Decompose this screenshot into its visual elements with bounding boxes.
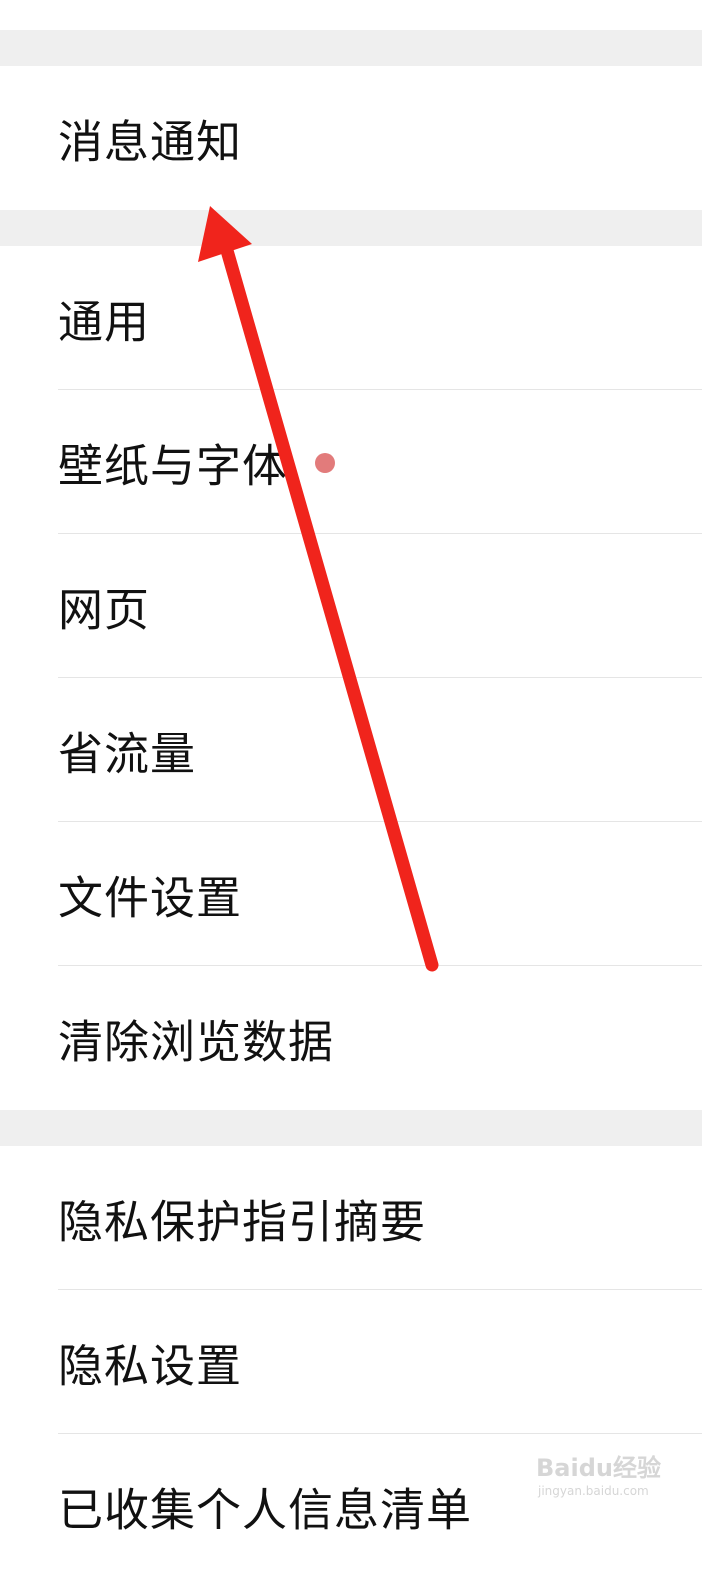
- watermark-site: jingyan.baidu.com: [538, 1484, 649, 1498]
- settings-item-label: 文件设置: [58, 871, 243, 925]
- section-gap: [0, 1110, 702, 1146]
- settings-item-label: 已收集个人信息清单: [58, 1483, 473, 1537]
- settings-item-label: 隐私设置: [58, 1339, 243, 1393]
- settings-item-notifications[interactable]: 消息通知: [0, 66, 702, 210]
- settings-item-webpage[interactable]: 网页: [0, 534, 702, 678]
- watermark-brand: Baidu经验: [536, 1454, 661, 1482]
- settings-item-label: 清除浏览数据: [58, 1015, 335, 1069]
- settings-item-privacy-settings[interactable]: 隐私设置: [0, 1290, 702, 1434]
- settings-item-wallpaper-font[interactable]: 壁纸与字体: [0, 390, 702, 534]
- baidu-jingyan-watermark: Baidu经验 jingyan.baidu.com: [536, 1448, 676, 1508]
- settings-item-clear-browsing-data[interactable]: 清除浏览数据: [0, 966, 702, 1110]
- settings-item-data-saver[interactable]: 省流量: [0, 678, 702, 822]
- section-gap: [0, 210, 702, 246]
- settings-item-label: 通用: [58, 295, 151, 349]
- settings-item-label: 省流量: [58, 727, 197, 781]
- settings-item-file-settings[interactable]: 文件设置: [0, 822, 702, 966]
- new-badge-dot: [315, 453, 335, 473]
- settings-item-label: 隐私保护指引摘要: [58, 1195, 427, 1249]
- section-gap: [0, 30, 702, 66]
- settings-item-label: 消息通知: [58, 115, 243, 169]
- top-blank-area: [0, 0, 702, 30]
- settings-item-general[interactable]: 通用: [0, 246, 702, 390]
- settings-item-label: 网页: [58, 583, 151, 637]
- settings-item-label: 壁纸与字体: [58, 439, 289, 493]
- settings-item-privacy-guide-summary[interactable]: 隐私保护指引摘要: [0, 1146, 702, 1290]
